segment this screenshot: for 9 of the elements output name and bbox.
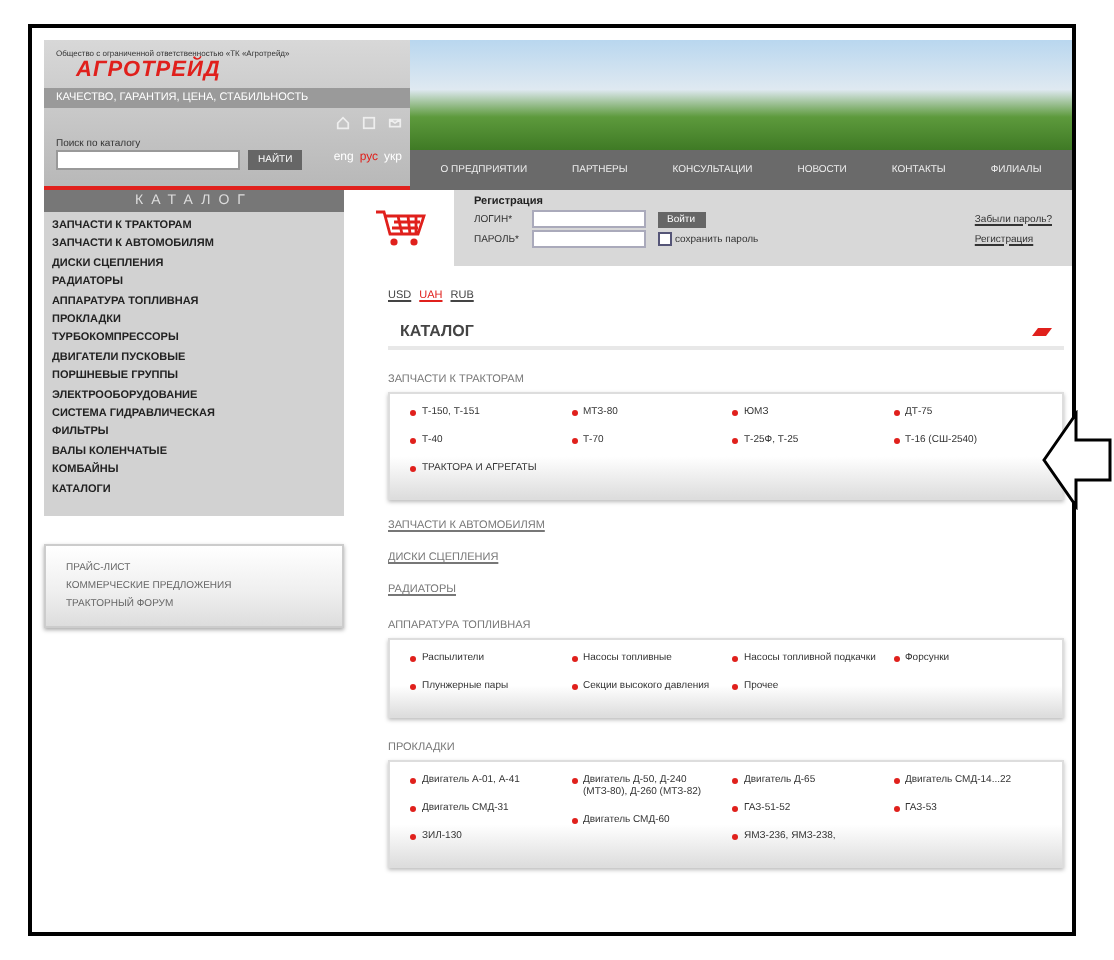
mail-icon[interactable] xyxy=(388,116,402,130)
password-field[interactable] xyxy=(531,230,645,248)
cart-icon[interactable] xyxy=(373,208,425,248)
bookmark-icon[interactable] xyxy=(362,116,376,130)
login-field[interactable] xyxy=(531,210,645,228)
search-field[interactable] xyxy=(56,150,240,170)
home-icon[interactable] xyxy=(336,116,350,130)
catalog-title: КАТАЛОГ xyxy=(400,322,474,340)
corner-tab-icon xyxy=(1032,327,1052,335)
